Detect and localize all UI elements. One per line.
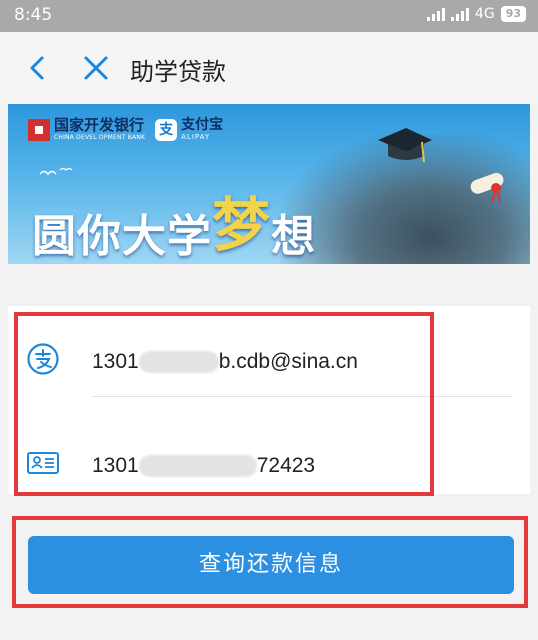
status-indicators: 4G 93 — [426, 6, 526, 22]
slogan-accent: 梦 — [212, 191, 272, 259]
chevron-left-icon[interactable] — [22, 52, 54, 84]
alipay-mark-icon: 支 — [155, 118, 178, 141]
birds-icon — [38, 164, 78, 183]
alipay-logo: 支 支付宝 ALIPAY — [155, 118, 223, 141]
banner-slogan: 圆你大学梦想 — [32, 184, 316, 264]
network-type: 4G — [474, 6, 495, 22]
status-bar: 8:45 4G 93 — [0, 0, 538, 32]
page-title: 助学贷款 — [130, 58, 226, 86]
diploma-icon — [470, 172, 504, 203]
battery-icon: 93 — [500, 6, 526, 22]
alipay-name-en: ALIPAY — [181, 133, 211, 141]
promo-banner: 国家开发银行 CHINA DEVEL OPMENT BANK 支 支付宝 ALI… — [8, 104, 530, 264]
partner-logos: 国家开发银行 CHINA DEVEL OPMENT BANK 支 支付宝 ALI… — [28, 118, 223, 141]
cdb-mark-icon — [28, 118, 50, 141]
annotation-highlight-button — [12, 516, 528, 608]
cdb-logo: 国家开发银行 CHINA DEVEL OPMENT BANK — [28, 118, 145, 141]
alipay-name: 支付宝 — [181, 117, 224, 133]
nav-bar: 助学贷款 — [0, 32, 538, 104]
annotation-highlight-fields — [14, 312, 434, 496]
signal-icon — [450, 7, 469, 21]
slogan-part1: 圆你大学 — [32, 211, 212, 262]
signal-icon — [426, 7, 445, 21]
slogan-part2: 想 — [271, 211, 317, 262]
cdb-name-en: CHINA DEVEL OPMENT BANK — [54, 134, 146, 141]
close-icon[interactable] — [80, 52, 112, 84]
status-time: 8:45 — [14, 5, 53, 25]
graduation-cap-icon — [378, 128, 432, 163]
cdb-name: 国家开发银行 — [54, 116, 145, 134]
